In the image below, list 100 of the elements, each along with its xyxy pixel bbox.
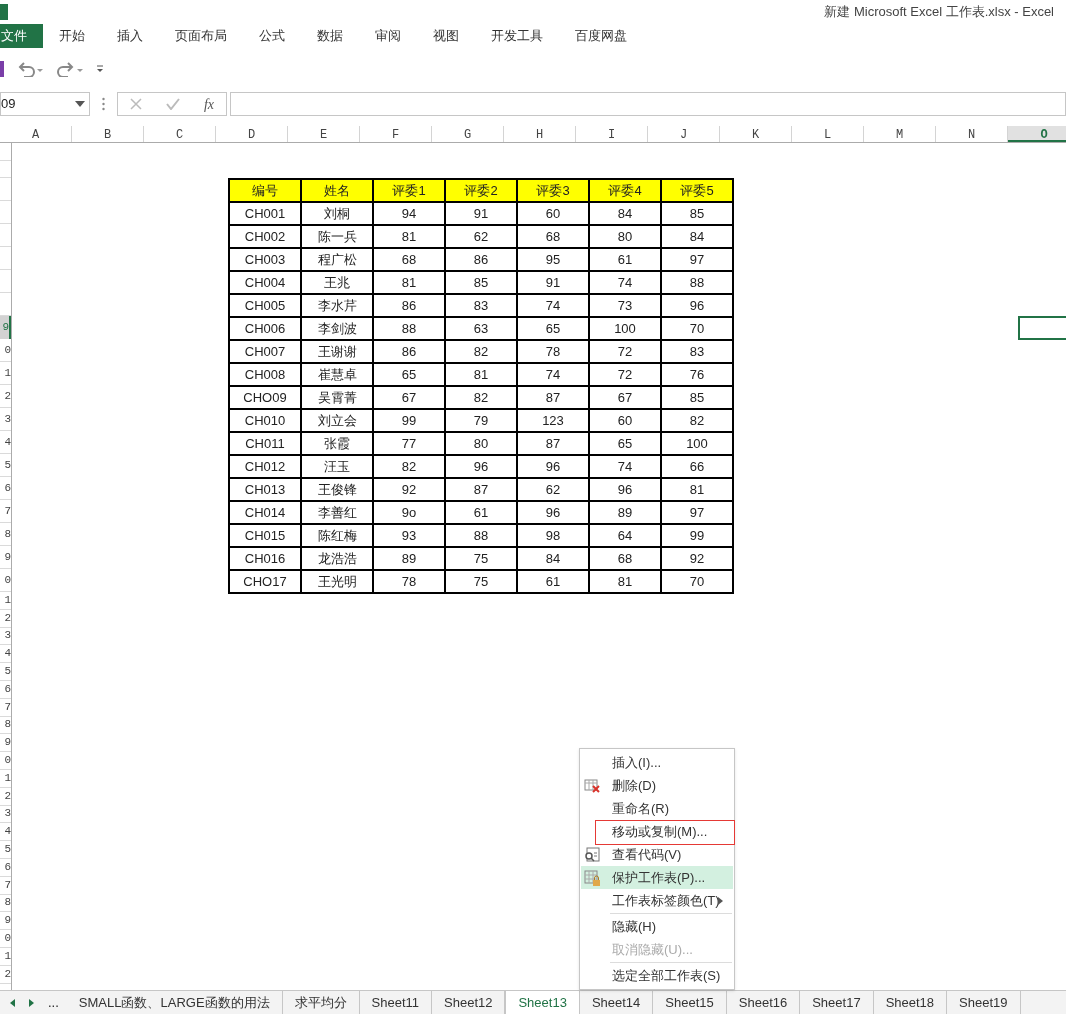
column-header[interactable]: M [864,126,936,142]
row-header[interactable]: 6 [0,477,11,500]
row-header[interactable]: 0 [0,752,11,770]
ribbon-tab[interactable]: 开发工具 [475,24,559,48]
menu-item[interactable]: 删除(D) [581,774,733,797]
sheet-tab[interactable]: Sheet18 [873,991,948,1014]
column-header[interactable]: A [0,126,72,142]
menu-item[interactable]: 插入(I)... [581,751,733,774]
column-header[interactable]: F [360,126,432,142]
table-cell: 78 [373,570,445,593]
column-header[interactable]: I [576,126,648,142]
ribbon-tab[interactable]: 数据 [301,24,359,48]
cancel-icon[interactable] [129,98,142,110]
row-header[interactable]: 7 [0,698,11,717]
column-header[interactable]: C [144,126,216,142]
row-header[interactable]: 9 [0,546,11,569]
row-header[interactable]: 3 [0,408,11,431]
row-header[interactable]: 0 [0,339,11,362]
row-header[interactable]: 4 [0,823,11,842]
sheet-tab[interactable]: Sheet14 [579,991,654,1014]
row-header[interactable]: 2 [0,965,11,984]
row-header[interactable]: 1 [0,362,11,385]
column-header[interactable]: H [504,126,576,142]
row-header[interactable]: 1 [0,592,11,610]
menu-item[interactable]: 查看代码(V) [581,843,733,866]
column-header[interactable]: J [648,126,720,142]
sheet-tab[interactable]: Sheet19 [947,991,1021,1014]
table-cell: 王光明 [301,570,373,593]
column-header[interactable]: K [720,126,792,142]
sheet-tab[interactable]: Sheet16 [726,991,801,1014]
sheet-tab[interactable]: Sheet15 [653,991,727,1014]
table-cell: 96 [589,478,661,501]
row-header[interactable]: 8 [0,716,11,735]
ribbon-tab[interactable]: 页面布局 [159,24,243,48]
row-header[interactable]: 5 [0,663,11,681]
row-header[interactable]: 5 [0,454,11,477]
menu-item[interactable]: 重命名(R) [581,797,733,820]
row-header[interactable]: 3 [0,805,11,824]
row-header[interactable]: 0 [0,569,11,592]
sheet-tab[interactable]: Sheet11 [359,991,432,1014]
redo-icon[interactable] [56,61,84,77]
row-header[interactable]: 5 [0,841,11,859]
ribbon-tab[interactable]: 百度网盘 [559,24,643,48]
table-cell: CH002 [229,225,301,248]
table-cell: 82 [445,340,517,363]
row-header[interactable]: 1 [0,947,11,966]
row-header[interactable]: 2 [0,787,11,806]
column-header[interactable]: O [1008,126,1066,142]
table-cell: 82 [445,386,517,409]
sheet-tab[interactable]: 求平均分 [282,991,360,1014]
ribbon-tab[interactable]: 视图 [417,24,475,48]
insert-function-button[interactable]: fx [203,93,214,115]
row-header[interactable]: 1 [0,769,11,788]
table-cell: 80 [589,225,661,248]
row-header[interactable]: 4 [0,645,11,664]
menu-item[interactable]: 选定全部工作表(S) [581,964,733,987]
row-header[interactable]: 2 [0,609,11,628]
row-header[interactable]: 9 [0,912,11,931]
column-heading: 评委2 [445,179,517,202]
column-header[interactable]: D [216,126,288,142]
selected-cell[interactable] [1018,316,1066,340]
menu-item[interactable]: 保护工作表(P)... [581,866,733,889]
column-header[interactable]: B [72,126,144,142]
row-header[interactable]: 9 [0,734,11,753]
column-heading: 编号 [229,179,301,202]
row-header[interactable]: 3 [0,627,11,646]
name-box[interactable]: 09 [0,92,90,116]
sheet-tab[interactable]: SMALL函数、LARGE函数的用法 [66,991,283,1014]
row-header[interactable]: 6 [0,681,11,699]
drag-handle-icon[interactable] [102,97,105,111]
ribbon-tab[interactable]: 公式 [243,24,301,48]
table-cell: 65 [589,432,661,455]
row-header[interactable]: 7 [0,876,11,895]
scroll-left-icon[interactable] [10,998,15,1007]
menu-item[interactable]: 移动或复制(M)... [581,820,733,843]
row-header[interactable]: 4 [0,431,11,454]
column-header[interactable]: L [792,126,864,142]
row-header[interactable]: 7 [0,500,11,523]
sheet-tab[interactable]: Sheet13 [505,991,580,1014]
row-header[interactable]: 8 [0,894,11,913]
menu-item[interactable]: 隐藏(H) [581,915,733,938]
ribbon-tab[interactable]: 文件 [0,24,43,48]
column-header[interactable]: G [432,126,504,142]
customize-toolbar-icon[interactable] [96,65,104,73]
scroll-right-icon[interactable] [29,998,34,1007]
row-header[interactable]: 8 [0,523,11,546]
table-cell: CH007 [229,340,301,363]
more-sheets-button[interactable]: ... [48,992,59,1013]
column-header[interactable]: E [288,126,360,142]
check-icon[interactable] [165,98,180,110]
ribbon-tab[interactable]: 插入 [101,24,159,48]
undo-icon[interactable] [16,61,44,77]
row-header[interactable]: 9 [0,316,11,339]
sheet-tab[interactable]: Sheet17 [800,991,874,1014]
ribbon-tab[interactable]: 审阅 [359,24,417,48]
row-header[interactable]: 6 [0,858,11,877]
formula-input[interactable] [230,92,1066,116]
row-header[interactable]: 2 [0,385,11,408]
ribbon-tab[interactable]: 开始 [43,24,101,48]
row-header[interactable]: 0 [0,930,11,948]
